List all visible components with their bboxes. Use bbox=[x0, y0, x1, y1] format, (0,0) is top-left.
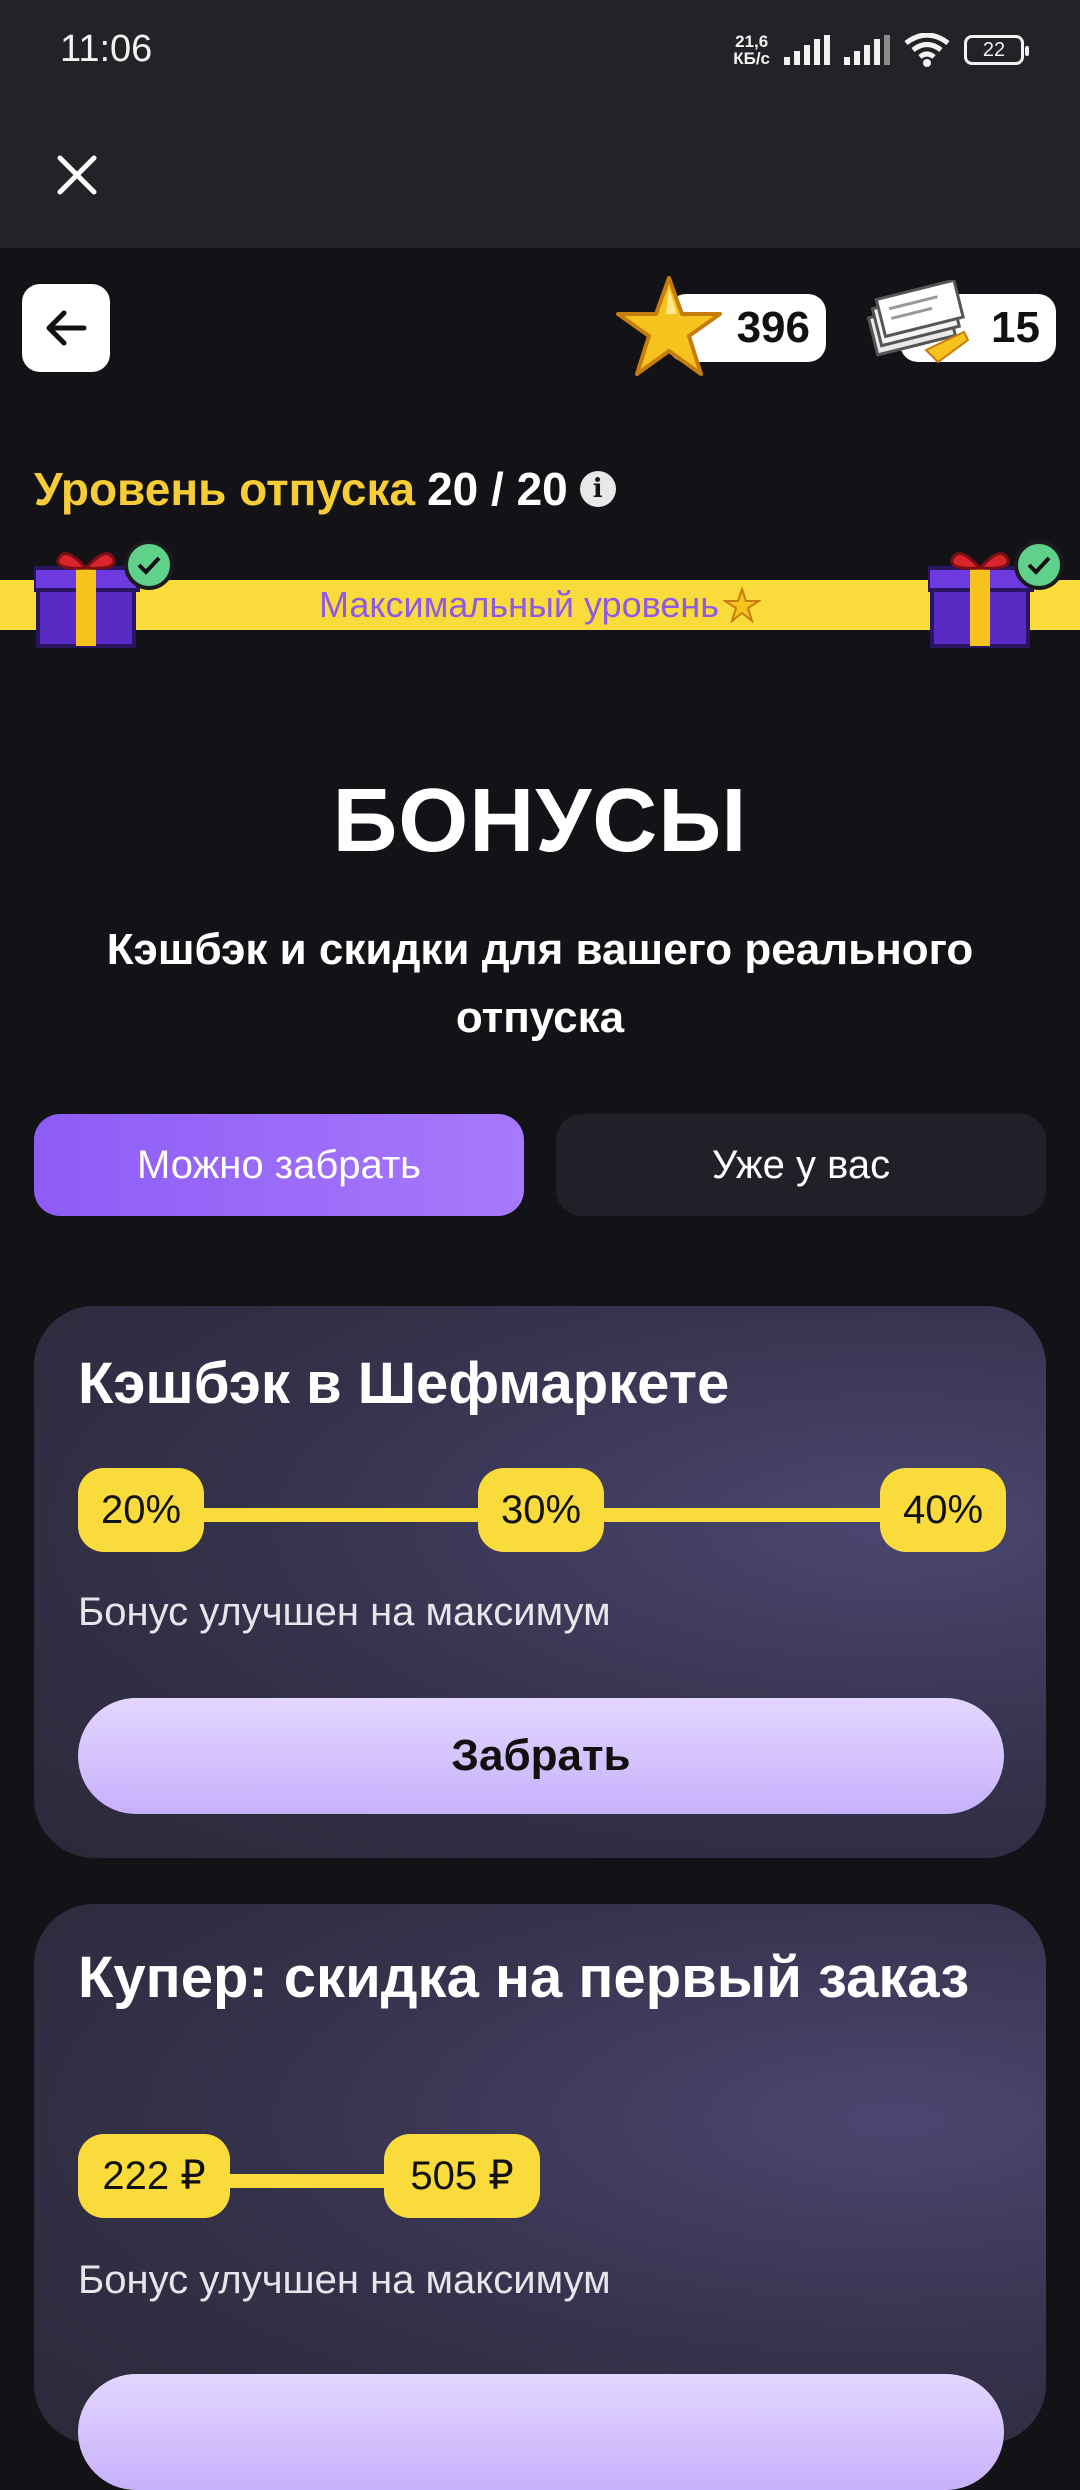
level-value: 20 / 20 bbox=[427, 463, 568, 515]
tab-available[interactable]: Можно забрать bbox=[34, 1114, 524, 1216]
battery-indicator: 22 bbox=[964, 35, 1029, 65]
tier-chip: 222 ₽ bbox=[78, 2134, 230, 2218]
bonus-card-kuper: Купер: скидка на первый заказ 222 ₽ 505 … bbox=[34, 1904, 1046, 2490]
net-speed: 21,6 КБ/с bbox=[733, 33, 770, 67]
bonus-title: Кэшбэк в Шефмаркете bbox=[78, 1351, 730, 1416]
status-icons: 21,6 КБ/с 22 bbox=[733, 28, 1029, 72]
gift-start bbox=[32, 540, 174, 650]
small-star-icon bbox=[723, 587, 762, 623]
info-icon[interactable]: i bbox=[579, 471, 616, 507]
status-bar: 11:06 21,6 КБ/с 22 bbox=[0, 0, 1080, 100]
stars-count: 396 bbox=[736, 303, 810, 352]
level-info: Уровень отпуска 20 / 20 i bbox=[34, 462, 616, 516]
signal-2-icon bbox=[844, 35, 890, 65]
tier-chip: 30% bbox=[478, 1468, 604, 1552]
tickets-count: 15 bbox=[991, 303, 1040, 352]
bonus-card-cashback: Кэшбэк в Шефмаркете 20% 30% 40% Бонус ул… bbox=[34, 1306, 1046, 1858]
claim-button[interactable]: Забрать bbox=[78, 1698, 1004, 1814]
page-title: БОНУСЫ bbox=[332, 771, 748, 871]
bonus-note: Бонус улучшен на максимум bbox=[78, 1590, 611, 1634]
webview-header bbox=[0, 100, 1080, 248]
back-arrow-icon bbox=[46, 310, 87, 346]
tier-chip: 20% bbox=[78, 1468, 204, 1552]
star-icon bbox=[616, 276, 722, 376]
check-icon bbox=[1014, 540, 1064, 590]
level-label: Уровень отпуска bbox=[34, 463, 416, 515]
tier-chip: 505 ₽ bbox=[384, 2134, 540, 2218]
claim-button-partial[interactable] bbox=[78, 2374, 1004, 2490]
progress-text: Максимальный уровень bbox=[318, 584, 720, 625]
bonus-note: Бонус улучшен на максимум bbox=[78, 2258, 611, 2302]
net-speed-value: 21,6 bbox=[735, 32, 769, 51]
page-subtitle: Кэшбэк и скидки для вашего реального отп… bbox=[106, 925, 974, 1042]
close-icon[interactable] bbox=[50, 148, 104, 202]
tab-owned[interactable]: Уже у вас bbox=[556, 1114, 1046, 1216]
net-speed-unit: КБ/с bbox=[733, 49, 770, 68]
ticket-icon bbox=[866, 280, 970, 364]
tier-chip: 40% bbox=[880, 1468, 1006, 1552]
wifi-icon bbox=[904, 33, 950, 67]
level-progress-bar: Максимальный уровень bbox=[0, 580, 1080, 630]
bonus-title: Купер: скидка на первый заказ bbox=[78, 1945, 970, 2010]
back-button[interactable] bbox=[22, 284, 110, 372]
status-time: 11:06 bbox=[60, 28, 153, 70]
check-icon bbox=[124, 540, 174, 590]
signal-icon bbox=[784, 35, 830, 65]
gift-end bbox=[926, 540, 1064, 650]
